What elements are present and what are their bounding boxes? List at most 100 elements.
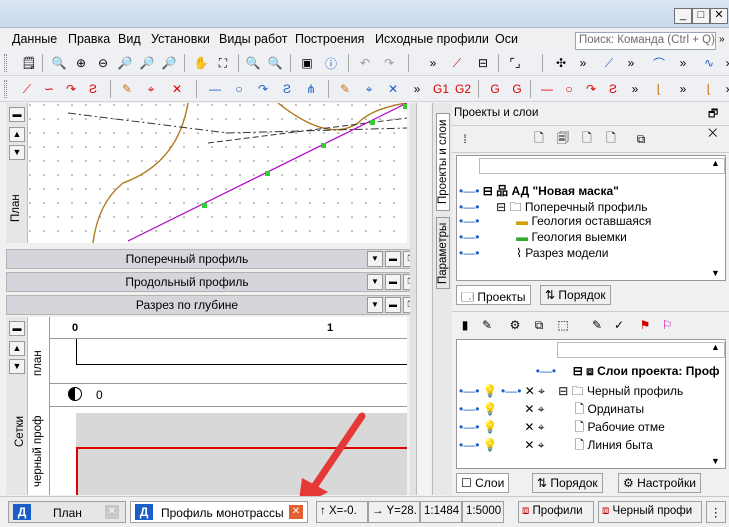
vtab-projects[interactable]: Проекты и слои xyxy=(436,113,450,211)
layer-black-profile[interactable]: •—• 💡 •—• ✕ ⌖ ⊟ 🗀 Черный профиль xyxy=(459,382,683,398)
zoom-next-icon[interactable]: 🔎 xyxy=(138,54,156,72)
layer-edit-icon[interactable]: ✎ xyxy=(478,316,496,334)
command-search-input[interactable]: Поиск: Команда (Ctrl + Q) xyxy=(575,32,716,50)
window-icon[interactable]: ▣ xyxy=(298,54,316,72)
curve-tool-icon[interactable]: Ƨ xyxy=(84,80,102,98)
cross-profile-panel[interactable]: Поперечный профиль ▼ ▬ ❐ xyxy=(6,249,422,269)
frame-icon[interactable]: ⌜⌟ xyxy=(506,54,524,72)
red-arc-icon[interactable]: ↷ xyxy=(582,80,600,98)
expand-arrow-icon[interactable]: ▼ xyxy=(367,251,383,267)
overflow2-icon[interactable]: » xyxy=(574,54,592,72)
spline-icon[interactable]: ∿ xyxy=(700,54,718,72)
expand-arrow-icon[interactable]: ▼ xyxy=(367,274,383,290)
line-tool-icon[interactable]: ⟋ xyxy=(18,80,36,98)
red-curve-icon[interactable]: Ƨ xyxy=(604,80,622,98)
tree-item-project[interactable]: •—• ⊟ 品 АД "Новая маска" xyxy=(459,182,619,198)
overflow5-icon[interactable]: » xyxy=(720,54,729,72)
doc-tab-profile[interactable]: Д Профиль монотрассы ✕ xyxy=(130,501,308,523)
snap-icon[interactable]: ✣ xyxy=(552,54,570,72)
filter-icon[interactable]: ⚑ xyxy=(636,316,654,334)
split-icon[interactable]: ⋔ xyxy=(302,80,320,98)
status-extra[interactable]: ⋮ xyxy=(706,501,726,523)
layer-props-icon[interactable]: ⚙ xyxy=(506,316,524,334)
search-overflow-icon[interactable]: » xyxy=(719,34,725,45)
new-doc-icon[interactable]: 🗋 xyxy=(530,130,548,148)
level-icon[interactable]: ⌊ xyxy=(650,80,668,98)
minimize-pane-button[interactable]: ▬ xyxy=(9,107,25,122)
minimize-button[interactable]: _ xyxy=(674,8,692,24)
menu-axes[interactable]: Оси xyxy=(495,32,518,46)
layers-root[interactable]: •—• ⊟ ⧈ Слои проекта: Проф xyxy=(459,364,720,380)
depth-section-panel[interactable]: Разрез по глубине ▼ ▬ ❐ xyxy=(6,295,422,315)
menu-constructions[interactable]: Построения xyxy=(295,32,364,46)
overflow7-icon[interactable]: » xyxy=(626,80,644,98)
g1-icon[interactable]: G1 xyxy=(432,80,450,98)
layer-existing-line[interactable]: •—• 💡 ✕ ⌖ 🗋 Линия быта xyxy=(459,436,653,452)
arc2-icon[interactable]: ↷ xyxy=(254,80,272,98)
grip-icon[interactable]: ⁞ xyxy=(456,130,474,148)
node-tool-icon[interactable]: ⌖ xyxy=(142,80,160,98)
menu-edit[interactable]: Правка xyxy=(68,32,110,46)
edit-tool-icon[interactable]: ✎ xyxy=(118,80,136,98)
blank-doc-icon[interactable]: 🗋 xyxy=(578,130,596,148)
delete2-icon[interactable]: ✕ xyxy=(384,80,402,98)
tree-filter-input[interactable] xyxy=(479,158,725,174)
layer-copy-icon[interactable]: ⧉ xyxy=(530,316,548,334)
info-icon[interactable]: ⓘ xyxy=(322,54,340,72)
menu-settings[interactable]: Установки xyxy=(151,32,210,46)
menu-view[interactable]: Вид xyxy=(118,32,141,46)
arc-tool-icon[interactable]: ↷ xyxy=(62,80,80,98)
zoom-extents-icon[interactable]: ⛶ xyxy=(214,54,232,72)
overflow8-icon[interactable]: » xyxy=(674,80,692,98)
close-button[interactable]: ✕ xyxy=(710,8,728,24)
expand-arrow-icon[interactable]: ▼ xyxy=(367,297,383,313)
zoom-in-icon[interactable]: ⊕ xyxy=(72,54,90,72)
toolbar-grip-2[interactable] xyxy=(4,80,7,98)
red-line-icon[interactable]: — xyxy=(538,80,556,98)
vtab-params[interactable]: Параметры xyxy=(436,217,450,289)
scroll-down-button[interactable]: ▼ xyxy=(9,145,25,160)
layer-icon[interactable]: ▮ xyxy=(456,316,474,334)
g2-icon[interactable]: G2 xyxy=(454,80,472,98)
close-tab-icon[interactable]: ✕ xyxy=(289,505,303,519)
status-black-profile[interactable]: ⧈ Черный профи xyxy=(598,501,702,523)
g-arc-icon[interactable]: G xyxy=(508,80,526,98)
zoom-prev-icon[interactable]: 🔎 xyxy=(116,54,134,72)
layers-scroll-down-icon[interactable]: ▼ xyxy=(711,456,720,466)
tab-projects[interactable]: 🗔 Проекты xyxy=(456,285,531,305)
disabled-zoom-icon[interactable]: 🔍 xyxy=(244,54,262,72)
close-tab-icon[interactable]: ✕ xyxy=(105,505,119,519)
layer-select-icon[interactable]: ⬚ xyxy=(554,316,572,334)
scroll-up-button[interactable]: ▲ xyxy=(9,127,25,142)
scroll-down-button[interactable]: ▼ xyxy=(9,359,25,374)
overflow-icon[interactable]: » xyxy=(424,54,442,72)
manage-icon[interactable]: ⧉ xyxy=(632,130,650,148)
tree-item-geology-cut[interactable]: •—• ▬ Геология выемки xyxy=(459,230,627,246)
overflow6-icon[interactable]: » xyxy=(408,80,426,98)
pencil-icon[interactable]: ✎ xyxy=(588,316,606,334)
arc-icon[interactable]: ⌒ xyxy=(650,54,668,72)
overflow9-icon[interactable]: » xyxy=(720,80,729,98)
curve2-icon[interactable]: Ƨ xyxy=(278,80,296,98)
right-scroll-strip[interactable] xyxy=(416,103,430,495)
layer-work-marks[interactable]: •—• 💡 ✕ ⌖ 🗋 Рабочие отме xyxy=(459,418,665,434)
visibility-half-icon[interactable] xyxy=(68,387,82,401)
redo-icon[interactable]: ↷ xyxy=(380,54,398,72)
tree-item-geology-remain[interactable]: •—• ▬ Геология оставшаяся xyxy=(459,214,651,230)
maximize-button[interactable]: □ xyxy=(692,8,710,24)
tree-scroll-up-icon[interactable]: ▲ xyxy=(711,158,720,168)
layer-ordinates[interactable]: •—• 💡 ✕ ⌖ 🗋 Ординаты xyxy=(459,400,644,416)
line-icon[interactable]: ⟋ xyxy=(600,54,618,72)
toolbar-grip[interactable] xyxy=(4,54,7,72)
doc-tab-plan[interactable]: Д План ✕ xyxy=(8,501,126,523)
segment-icon[interactable]: — xyxy=(206,80,224,98)
overflow4-icon[interactable]: » xyxy=(674,54,692,72)
menu-source-profiles[interactable]: Исходные профили xyxy=(375,32,489,46)
edit2-icon[interactable]: ✎ xyxy=(336,80,354,98)
red-circle-icon[interactable]: ○ xyxy=(560,80,578,98)
collapse-button[interactable]: ▬ xyxy=(385,251,401,267)
disabled-zoom2-icon[interactable]: 🔍 xyxy=(266,54,284,72)
status-profiles[interactable]: ⧈ Профили xyxy=(518,501,594,523)
layer-filter-input[interactable] xyxy=(557,342,725,358)
section-icon[interactable]: ⊟ xyxy=(474,54,492,72)
